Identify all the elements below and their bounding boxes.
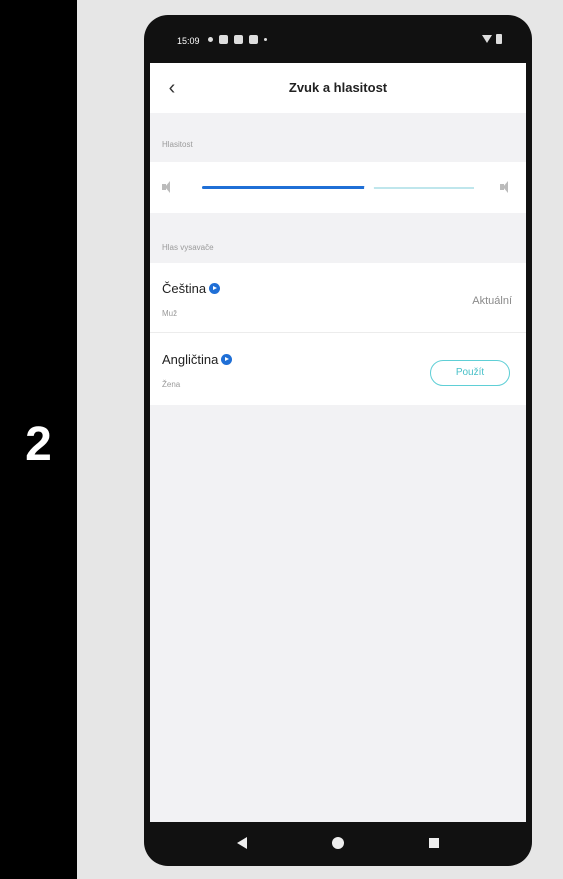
voice-item-czech[interactable]: Čeština Muž Aktuální (150, 263, 526, 333)
phone-frame: 15:09 ‹ Zvuk a hlasitost Hlasitost Hlas … (144, 15, 532, 866)
wifi-icon (482, 35, 492, 43)
volume-slider[interactable] (202, 183, 474, 193)
page-title: Zvuk a hlasitost (288, 80, 388, 95)
voice-section-label: Hlas vysavače (162, 243, 214, 252)
voices-card: Čeština Muž Aktuální Angličtina Žena Pou… (150, 263, 526, 405)
voice-name-label: Čeština (162, 281, 207, 296)
voice-current-status: Aktuální (472, 295, 512, 307)
app-screen: ‹ Zvuk a hlasitost Hlasitost Hlas vysava… (150, 63, 526, 822)
volume-high-icon (500, 181, 512, 193)
home-circle-icon[interactable] (332, 837, 344, 849)
status-icons (208, 35, 267, 44)
status-bar: 15:09 (144, 15, 532, 63)
voice-name-label: Angličtina (162, 352, 219, 367)
app-icon (219, 35, 228, 44)
volume-card (150, 162, 526, 213)
step-bar: 2 (0, 0, 77, 879)
voice-gender: Žena (162, 380, 181, 389)
volume-slider-fill (202, 186, 366, 189)
page: 2 15:09 ‹ Zvuk a hlasitost Hlasitost Hla… (0, 0, 563, 879)
settings-icon (234, 35, 243, 44)
volume-slider-thumb[interactable] (364, 183, 375, 193)
message-icon (249, 35, 258, 44)
voice-name: Angličtina (162, 352, 233, 367)
play-icon[interactable] (209, 283, 221, 294)
use-voice-button[interactable]: Použít (430, 360, 510, 386)
back-triangle-icon[interactable] (237, 837, 247, 849)
step-number: 2 (25, 418, 52, 471)
voice-item-english[interactable]: Angličtina Žena Použít (150, 334, 526, 404)
small-dot-icon (264, 38, 267, 41)
system-nav-bar (150, 822, 526, 866)
play-icon[interactable] (221, 354, 233, 365)
voice-gender: Muž (162, 309, 178, 318)
volume-low-icon (162, 181, 174, 193)
voice-name: Čeština (162, 281, 221, 296)
status-right (482, 34, 502, 44)
app-header: ‹ Zvuk a hlasitost (150, 63, 526, 113)
notification-dot-icon (208, 37, 213, 42)
status-time: 15:09 (177, 36, 200, 46)
battery-icon (496, 34, 502, 44)
volume-section-label: Hlasitost (162, 140, 193, 149)
recent-square-icon[interactable] (429, 838, 439, 848)
